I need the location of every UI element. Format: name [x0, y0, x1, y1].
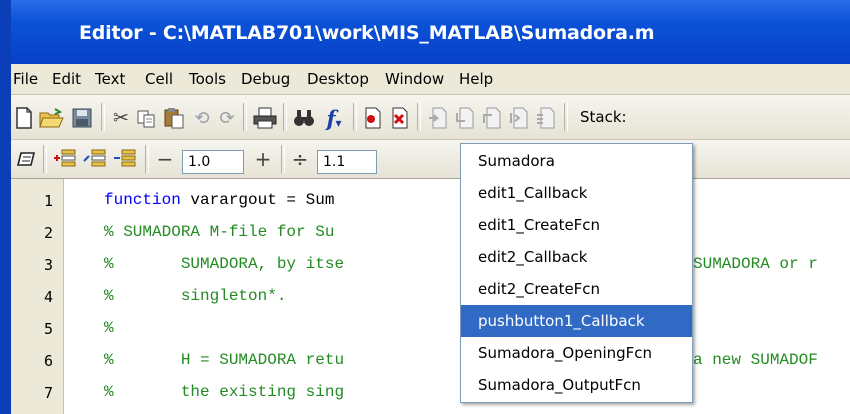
menu-edit[interactable]: Edit: [52, 70, 81, 88]
code-comment: % SUMADORA, by itse: [104, 255, 345, 273]
cell-toolbar: − 1.0 + ÷ 1.1: [11, 140, 850, 179]
line-number: 5: [43, 320, 53, 338]
toolbar-separator: [101, 103, 105, 131]
code-keyword: function: [104, 191, 181, 209]
paste-icon[interactable]: [162, 106, 186, 130]
function-item-edit1-callback[interactable]: edit1_Callback: [461, 177, 692, 209]
find-icon[interactable]: [292, 106, 316, 130]
increment-value-input-2[interactable]: 1.1: [317, 150, 377, 174]
line-number: 6: [43, 352, 53, 370]
divide-button[interactable]: ÷: [289, 147, 311, 171]
line-number: 2: [43, 224, 53, 242]
toolbar-separator: [243, 103, 247, 131]
toolbar-separator: [564, 103, 568, 131]
increment-button[interactable]: +: [252, 147, 274, 171]
line-number: 1: [43, 192, 53, 210]
function-item-sumadora-openingfcn[interactable]: Sumadora_OpeningFcn: [461, 337, 692, 369]
menu-window[interactable]: Window: [385, 70, 444, 88]
code-comment-tail: a new SUMADOF: [693, 351, 818, 369]
function-item-edit2-callback[interactable]: edit2_Callback: [461, 241, 692, 273]
function-item-sumadora[interactable]: Sumadora: [461, 145, 692, 177]
undo-icon[interactable]: ⟲: [191, 107, 213, 129]
toolbar-separator: [283, 103, 287, 131]
menu-debug[interactable]: Debug: [241, 70, 290, 88]
eval-file-icon[interactable]: [112, 147, 138, 171]
code-comment: % SUMADORA M-file for Su: [104, 223, 335, 241]
menu-text[interactable]: Text: [95, 70, 125, 88]
code-editor[interactable]: 1 2 3 4 5 6 7 8 function varargout = Sum…: [11, 179, 850, 414]
function-item-edit1-createfcn[interactable]: edit1_CreateFcn: [461, 209, 692, 241]
toolbar-separator: [353, 103, 357, 131]
save-icon[interactable]: [71, 107, 93, 129]
code-comment-tail: SUMADORA or r: [693, 255, 818, 273]
line-number: 3: [43, 256, 53, 274]
stack-label: Stack:: [580, 108, 627, 126]
decrement-button[interactable]: −: [154, 147, 176, 171]
function-item-pushbutton1-callback[interactable]: pushbutton1_Callback: [461, 305, 692, 337]
line-number: 4: [43, 288, 53, 306]
increment-value-input-1[interactable]: 1.0: [182, 150, 244, 174]
toolbar-separator: [281, 145, 285, 173]
title-bar[interactable]: Editor - C:\MATLAB701\work\MIS_MATLAB\Su…: [11, 0, 850, 64]
step-out-icon[interactable]: [481, 106, 503, 130]
open-folder-icon[interactable]: [39, 107, 65, 129]
menu-help[interactable]: Help: [459, 70, 493, 88]
continue-icon[interactable]: [508, 106, 530, 130]
menu-cell[interactable]: Cell: [145, 70, 173, 88]
print-icon[interactable]: [252, 106, 278, 130]
menu-tools[interactable]: Tools: [189, 70, 226, 88]
code-comment: % H = SUMADORA retu: [104, 351, 345, 369]
copy-icon[interactable]: [136, 107, 158, 129]
exit-debug-icon[interactable]: [535, 106, 557, 130]
redo-icon[interactable]: ⟳: [216, 107, 238, 129]
cell-mode-icon[interactable]: [15, 148, 37, 170]
eval-advance-icon[interactable]: [82, 147, 108, 171]
menu-file[interactable]: File: [13, 70, 38, 88]
function-item-sumadora-outputfcn[interactable]: Sumadora_OutputFcn: [461, 369, 692, 401]
line-number: 7: [43, 384, 53, 402]
editor-window: Editor - C:\MATLAB701\work\MIS_MATLAB\Su…: [0, 0, 850, 414]
set-breakpoint-icon[interactable]: [362, 106, 384, 130]
function-item-edit2-createfcn[interactable]: edit2_CreateFcn: [461, 273, 692, 305]
code-comment: % the existing sing: [104, 383, 345, 401]
toolbar-separator: [43, 145, 47, 173]
clear-breakpoints-icon[interactable]: [389, 106, 411, 130]
toolbar-separator: [145, 145, 149, 173]
function-dropdown: Sumadora edit1_Callback edit1_CreateFcn …: [460, 143, 693, 403]
cut-icon[interactable]: ✂: [110, 107, 132, 129]
menu-bar: File Edit Text Cell Tools Debug Desktop …: [11, 64, 850, 95]
code-line: function varargout = Sum: [104, 191, 334, 209]
code-text: varargout = Sum: [180, 191, 335, 209]
window-title: Editor - C:\MATLAB701\work\MIS_MATLAB\Su…: [79, 22, 655, 44]
main-toolbar: ✂ ⟲ ⟳ f ▾ Stack:: [11, 95, 850, 140]
code-comment: %: [104, 319, 114, 337]
eval-cell-icon[interactable]: [52, 147, 78, 171]
toolbar-separator: [417, 103, 421, 131]
new-file-icon[interactable]: [14, 107, 34, 129]
menu-desktop[interactable]: Desktop: [307, 70, 369, 88]
step-in-icon[interactable]: [454, 106, 476, 130]
step-icon[interactable]: [427, 106, 449, 130]
function-menu-icon[interactable]: f ▾: [321, 103, 347, 133]
code-comment: % singleton*.: [104, 287, 287, 305]
